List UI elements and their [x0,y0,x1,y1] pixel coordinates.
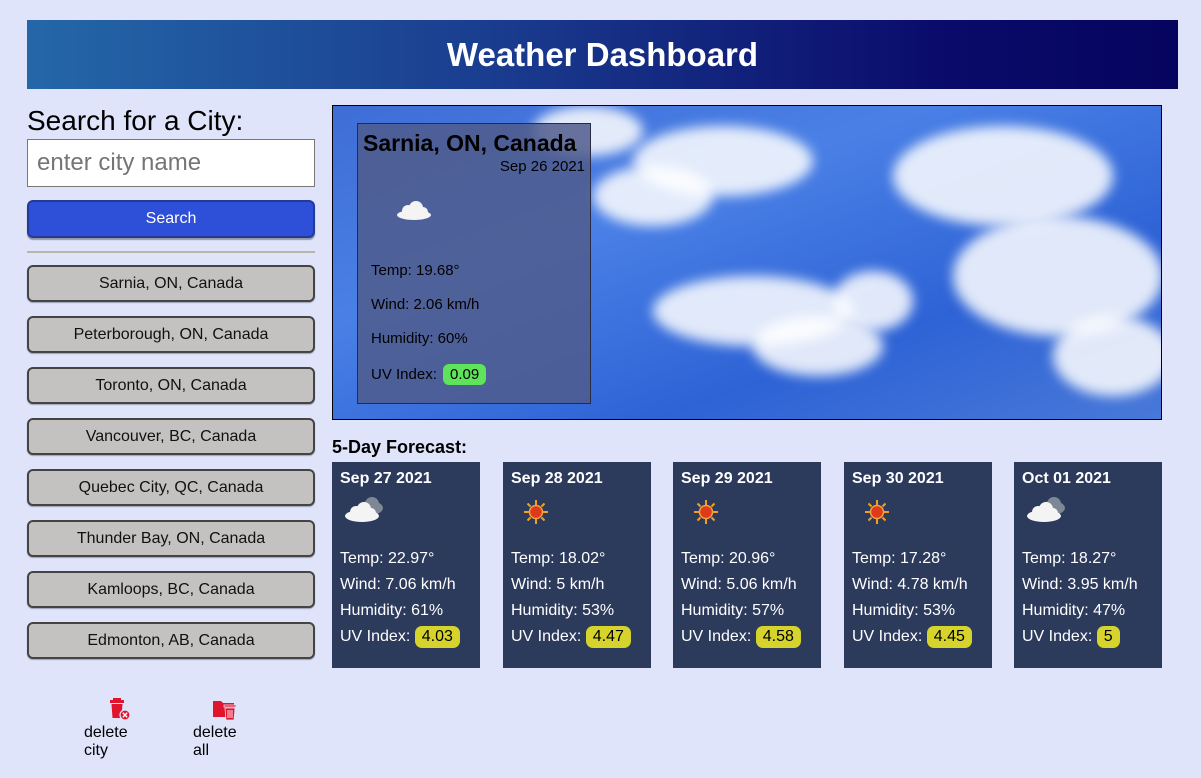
history-city-button[interactable]: Peterborough, ON, Canada [27,316,315,353]
app-header: Weather Dashboard [27,20,1178,89]
current-temp: Temp: 19.68° [371,262,460,279]
history-city-button[interactable]: Quebec City, QC, Canada [27,469,315,506]
search-history: Sarnia, ON, Canada Peterborough, ON, Can… [27,265,315,659]
forecast-humidity: Humidity: 53% [852,602,956,619]
uv-badge: 5 [1096,626,1120,648]
forecast-humidity: Humidity: 61% [340,602,444,619]
forecast-uv-row: UV Index: 4.45 [852,626,972,648]
forecast-uv-row: UV Index: 5 [1022,626,1120,648]
sky-cloud [1053,316,1161,396]
forecast-date: Sep 28 2021 [511,470,603,487]
forecast-card: Sep 27 2021 Temp: 22.97° Wind: 7.06 km/h Hu… [332,462,480,668]
sun-icon [694,500,718,524]
forecast-temp: Temp: 22.97° [340,550,435,567]
forecast-date: Sep 29 2021 [681,470,773,487]
forecast-temp: Temp: 17.28° [852,550,947,567]
uv-badge: 4.47 [585,626,631,648]
forecast-card: Sep 28 2021 Temp: 18.02° Wind: 5 km/h Humid… [503,462,651,668]
forecast-uv-row: UV Index: 4.03 [340,626,460,648]
forecast-card: Sep 30 2021 Temp: 17.28° Wind: 4.78 km/h Hu… [844,462,992,668]
forecast-uv-row: UV Index: 4.58 [681,626,801,648]
uv-badge: 4.45 [926,626,972,648]
forecast-humidity: Humidity: 53% [511,602,615,619]
forecast-wind: Wind: 5.06 km/h [681,576,797,593]
delete-all-label: delete all [193,724,237,759]
history-city-button[interactable]: Kamloops, BC, Canada [27,571,315,608]
forecast-card: Oct 01 2021 Temp: 18.27° Wind: 3.95 km/h Hu… [1014,462,1162,668]
sky-cloud [593,166,713,226]
uv-label: UV Index: [371,366,437,383]
forecast-date: Sep 27 2021 [340,470,432,487]
cloudy-icon [1027,497,1065,522]
history-city-button[interactable]: Sarnia, ON, Canada [27,265,315,302]
forecast-uv-row: UV Index: 4.47 [511,626,631,648]
delete-city-icon [110,698,131,721]
delete-all-button[interactable]: delete all [193,697,257,760]
history-city-button[interactable]: Vancouver, BC, Canada [27,418,315,455]
current-date: Sep 26 2021 [499,158,585,175]
current-humidity: Humidity: 60% [371,330,468,347]
forecast-date: Oct 01 2021 [1022,470,1111,487]
forecast-card: Sep 29 2021 Temp: 20.96° Wind: 5.06 km/h Hu… [673,462,821,668]
current-weather-card: Sarnia, ON, Canada Sep 26 2021 Temp: 19.… [357,123,591,404]
history-city-button[interactable]: Toronto, ON, Canada [27,367,315,404]
uv-label: UV Index: [681,628,752,645]
delete-actions: delete city delete all [84,697,257,760]
uv-label: UV Index: [340,628,411,645]
page-title: Weather Dashboard [446,35,759,73]
sun-icon [524,500,548,524]
delete-city-label: delete city [84,724,128,759]
forecast-wind: Wind: 5 km/h [511,576,605,593]
divider [27,251,315,253]
search-input[interactable] [27,139,315,187]
delete-all-icon [213,701,237,721]
forecast-title: 5-Day Forecast: [332,437,468,457]
sun-icon [865,500,889,524]
forecast-temp: Temp: 20.96° [681,550,776,567]
forecast-temp: Temp: 18.02° [511,550,606,567]
current-uv-row: UV Index: 0.09 [371,364,487,385]
uv-badge: 4.03 [414,626,460,648]
uv-label: UV Index: [511,628,582,645]
search-label: Search for a City: [27,105,244,136]
forecast-humidity: Humidity: 47% [1022,602,1126,619]
history-city-button[interactable]: Thunder Bay, ON, Canada [27,520,315,557]
forecast-wind: Wind: 4.78 km/h [852,576,968,593]
delete-city-button[interactable]: delete city [84,697,156,760]
sky-cloud [893,126,1113,226]
uv-label: UV Index: [852,628,923,645]
cloud-icon [397,201,431,220]
uv-badge: 4.58 [755,626,801,648]
sidebar: Search for a City: Search Sarnia, ON, Ca… [27,104,315,673]
current-city-name: Sarnia, ON, Canada [363,130,577,156]
forecast-wind: Wind: 3.95 km/h [1022,576,1138,593]
uv-badge: 0.09 [443,364,487,385]
current-wind: Wind: 2.06 km/h [371,296,480,313]
sky-cloud [833,271,913,331]
forecast-wind: Wind: 7.06 km/h [340,576,456,593]
uv-label: UV Index: [1022,628,1093,645]
current-weather-panel: Sarnia, ON, Canada Sep 26 2021 Temp: 19.… [332,105,1162,420]
history-city-button[interactable]: Edmonton, AB, Canada [27,622,315,659]
forecast-humidity: Humidity: 57% [681,602,785,619]
forecast-date: Sep 30 2021 [852,470,944,487]
cloudy-icon [345,497,383,522]
forecast-temp: Temp: 18.27° [1022,550,1117,567]
search-button[interactable]: Search [27,200,315,238]
